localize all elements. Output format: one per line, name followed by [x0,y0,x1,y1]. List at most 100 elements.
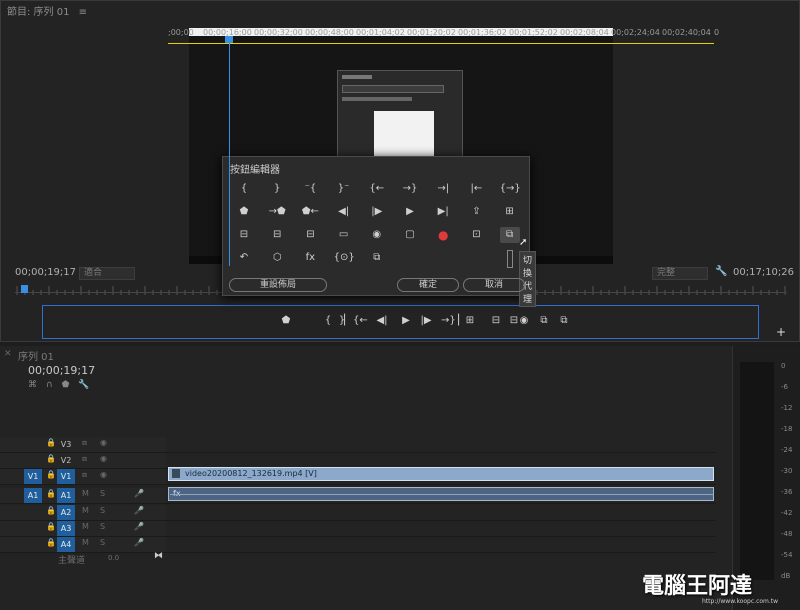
editor-button[interactable]: ⬟← [300,204,320,220]
add-button[interactable]: + [776,325,786,339]
solo-icon[interactable]: S [100,489,105,498]
playhead-timecode[interactable]: 00;00;19;17 [15,267,76,278]
lock-icon[interactable]: 🔒 [46,438,56,447]
transport-button[interactable]: ⬟ [279,314,293,328]
editor-button[interactable]: ● [433,227,453,243]
editor-button[interactable]: ◀| [334,204,354,220]
wrench-icon[interactable]: 🔧 [78,380,98,390]
track-target-v2[interactable]: V2 [57,453,75,468]
panel-menu-icon[interactable]: ≡ [79,7,87,18]
lock-icon[interactable]: 🔒 [46,506,56,515]
fit-dropdown[interactable]: 適合 [79,267,135,280]
sync-icon[interactable]: ⧈ [82,438,87,448]
lock-icon[interactable]: 🔒 [46,489,56,498]
transport-button[interactable]: ⧉ [537,314,551,328]
editor-button[interactable]: |← [466,181,486,197]
transport-button[interactable]: |▶ [419,314,433,328]
transport-button[interactable]: {← [353,314,368,328]
editor-button[interactable]: {⊙} [334,250,355,266]
lock-icon[interactable]: 🔒 [46,522,56,531]
editor-button[interactable]: ⧉ [367,250,387,266]
editor-button[interactable]: →⬟ [267,204,287,220]
editor-button[interactable]: ◉ [367,227,387,243]
video-clip[interactable]: video20200812_132619.mp4 [V] [168,467,714,481]
track-target-a4[interactable]: A4 [57,537,75,552]
sync-icon[interactable]: ⧈ [82,470,87,480]
editor-button[interactable]: ↶ [234,250,254,266]
transport-button[interactable]: ◀| [375,314,389,328]
editor-button[interactable]: ⊟ [267,227,287,243]
editor-button[interactable]: {→} [500,181,521,197]
editor-button[interactable]: →} [400,181,420,197]
ok-button[interactable]: 確定 [397,278,459,292]
transport-button[interactable]: ⧉ [557,314,571,328]
solo-icon[interactable]: S [100,538,105,547]
snap-icon[interactable]: ∩ [46,380,62,390]
track-target-a2[interactable]: A2 [57,505,75,520]
eye-icon[interactable]: ◉ [100,438,107,447]
editor-button[interactable]: ⁻{ [300,181,320,197]
transport-button[interactable]: ⊟ [489,314,503,328]
mic-icon[interactable]: 🎤 [134,538,144,547]
monitor-playhead[interactable] [21,285,28,293]
timeline-timecode[interactable]: 00;00;19;17 [28,364,95,377]
editor-button[interactable]: ⧉ [499,227,520,243]
sequence-tab[interactable]: 序列 01 [18,348,54,363]
master-volume-value[interactable]: 0.0 [108,554,119,562]
mic-icon[interactable]: 🎤 [134,506,144,515]
editor-button[interactable]: ⊞ [500,204,520,220]
editor-button[interactable]: →| [433,181,453,197]
eye-icon[interactable]: ◉ [100,454,107,463]
editor-button[interactable]: fx [300,250,320,266]
close-icon[interactable]: ✕ [4,349,12,359]
lock-icon[interactable]: 🔒 [46,538,56,547]
editor-button[interactable]: ⊟ [300,227,320,243]
editor-button[interactable]: }⁻ [334,181,354,197]
mic-icon[interactable]: 🎤 [134,522,144,531]
wrench-icon[interactable]: 🔧 [715,266,727,277]
transport-button[interactable]: →} [441,314,456,328]
collapse-icon[interactable]: ⧓ [154,551,163,561]
quality-dropdown[interactable]: 完整 [652,267,708,280]
editor-button[interactable]: ▶ [400,204,420,220]
track-target-a1[interactable]: A1 [57,488,75,503]
editor-button[interactable]: ⇪ [466,204,486,220]
source-patch-v1[interactable]: V1 [24,469,42,484]
work-area-bar[interactable] [168,43,714,44]
reset-layout-button[interactable]: 重設佈局 [229,278,327,292]
lock-icon[interactable]: 🔒 [46,454,56,463]
editor-button[interactable]: ⬡ [267,250,287,266]
editor-button[interactable]: |▶ [367,204,387,220]
transport-button[interactable]: ◉ [517,314,531,328]
nest-icon[interactable]: ⌘ [28,380,46,390]
cancel-button[interactable]: 取消 [463,278,525,292]
editor-button[interactable]: ▢ [400,227,420,243]
transport-button[interactable]: ⊞ [463,314,477,328]
track-target-v3[interactable]: V3 [57,437,75,452]
editor-button[interactable]: ⊟ [234,227,254,243]
monitor-tab[interactable]: 節目: 序列 01 ≡ [7,3,87,18]
mic-icon[interactable]: 🎤 [134,489,144,498]
editor-button[interactable]: ▶| [433,204,453,220]
mute-icon[interactable]: M [82,538,89,547]
transport-button[interactable]: ▶ [399,314,413,328]
editor-button[interactable]: ⬟ [234,204,254,220]
editor-button[interactable]: ▭ [334,227,354,243]
track-target-a3[interactable]: A3 [57,521,75,536]
sync-icon[interactable]: ⧈ [82,454,87,464]
mute-icon[interactable]: M [82,506,89,515]
track-target-v1[interactable]: V1 [57,469,75,484]
timeline-ruler[interactable]: ;00;00 00;00;16;00 00;00;32;00 00;00;48;00 0… [166,24,719,44]
editor-button[interactable]: } [267,181,287,197]
lock-icon[interactable]: 🔒 [46,470,56,479]
solo-icon[interactable]: S [100,522,105,531]
editor-button[interactable]: {← [367,181,387,197]
mute-icon[interactable]: M [82,522,89,531]
transport-button[interactable]: { [321,314,335,328]
editor-button[interactable]: ⊡ [466,227,486,243]
solo-icon[interactable]: S [100,506,105,515]
marker-icon[interactable]: ⬟ [62,380,79,390]
mute-icon[interactable]: M [82,489,89,498]
eye-icon[interactable]: ◉ [100,470,107,479]
source-patch-a1[interactable]: A1 [24,488,42,503]
